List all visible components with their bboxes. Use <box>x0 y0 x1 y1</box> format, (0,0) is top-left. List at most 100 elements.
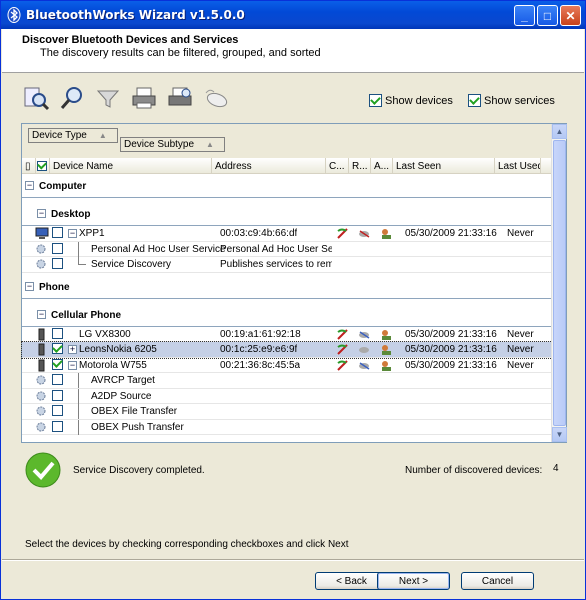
device-count-value: 4 <box>553 463 559 474</box>
row-checkbox[interactable] <box>52 327 63 339</box>
device-name: LeonsNokia 6205 <box>79 344 157 355</box>
last-seen: 05/30/2009 21:33:16 <box>405 344 497 355</box>
table-row[interactable]: LG VX8300 00:19:a1:61:92:18 05/30/2009 2… <box>22 327 552 342</box>
bluetooth-mouse-icon[interactable] <box>201 83 231 113</box>
collapse-icon[interactable]: − <box>25 181 34 190</box>
toolbar <box>21 83 231 113</box>
row-checkbox[interactable] <box>52 343 63 354</box>
gear-icon <box>35 243 48 256</box>
device-count-label: Number of discovered devices: <box>405 465 543 476</box>
next-button[interactable]: Next > <box>377 572 450 590</box>
connect-icon <box>336 328 349 341</box>
tree-line <box>78 404 86 419</box>
group-chip-label: Device Subtype <box>124 139 195 150</box>
column-header-r[interactable]: R... <box>349 158 371 174</box>
vertical-scrollbar[interactable]: ▲ ▼ <box>551 124 567 442</box>
gear-icon <box>35 421 48 434</box>
row-checkbox[interactable] <box>52 420 63 432</box>
authenticate-icon <box>380 227 393 240</box>
collapse-icon[interactable]: − <box>37 209 46 218</box>
group-row-desktop[interactable]: − Desktop <box>22 198 552 226</box>
page-subtitle: The discovery results can be filtered, g… <box>40 47 321 59</box>
gear-icon <box>35 390 48 403</box>
table-row[interactable]: Service Discovery Publishes services to … <box>22 257 552 273</box>
status-message: Service Discovery completed. <box>73 465 205 476</box>
print-preview-icon[interactable] <box>165 83 195 113</box>
group-row-cellular-phone[interactable]: − Cellular Phone <box>22 299 552 327</box>
show-services-label: Show services <box>484 94 555 107</box>
expand-icon[interactable]: + <box>68 345 77 354</box>
group-row-phone[interactable]: − Phone <box>22 273 552 299</box>
remote-icon <box>358 328 371 341</box>
tree-line <box>78 419 86 435</box>
show-services-checkbox[interactable] <box>468 94 481 107</box>
show-services-option[interactable]: Show services <box>468 94 555 107</box>
title-bar[interactable]: BluetoothWorks Wizard v1.5.0.0 _ □ ✕ <box>1 1 585 29</box>
service-name: A2DP Source <box>91 390 152 402</box>
row-checkbox[interactable] <box>52 227 63 238</box>
row-checkbox[interactable] <box>52 405 63 416</box>
connect-icon <box>336 359 349 372</box>
authenticate-icon <box>380 359 393 372</box>
remote-icon <box>358 227 371 240</box>
column-header-check[interactable] <box>36 158 50 174</box>
scroll-up-button[interactable]: ▲ <box>552 124 567 139</box>
column-header-last-seen[interactable]: Last Seen <box>393 158 495 174</box>
table-row[interactable]: Personal Ad Hoc User Service Personal Ad… <box>22 241 552 257</box>
table-row[interactable]: AVRCP Target <box>22 373 552 389</box>
table-row[interactable]: OBEX File Transfer <box>22 404 552 420</box>
table-row[interactable]: − XPP1 00:03:c9:4b:66:df 05/30/2009 21:3… <box>22 226 552 242</box>
table-row[interactable]: − Motorola W755 00:21:36:8c:45:5a 05/30/… <box>22 358 552 373</box>
authenticate-icon <box>380 328 393 341</box>
group-row-computer[interactable]: − Computer <box>22 174 552 198</box>
service-name: Service Discovery <box>91 259 172 270</box>
discover-icon[interactable] <box>21 83 51 113</box>
grid-body: − Computer − Desktop − XPP1 00:03:c9:4b:… <box>21 174 553 435</box>
table-row-selected[interactable]: + LeonsNokia 6205 00:1c:25:e9:e6:9f 05/3… <box>21 341 553 359</box>
column-header-type[interactable]: ▯ <box>22 158 36 174</box>
collapse-icon[interactable]: − <box>68 360 77 370</box>
search-icon[interactable] <box>57 83 87 113</box>
show-devices-checkbox[interactable] <box>369 94 382 107</box>
row-checkbox[interactable] <box>52 374 63 385</box>
devices-grid[interactable]: Device Type ▲ Device Subtype ▲ ▯ Device … <box>21 123 567 443</box>
device-address: 00:1c:25:e9:e6:9f <box>220 344 298 355</box>
row-checkbox[interactable] <box>52 358 63 370</box>
group-chip-device-subtype[interactable]: Device Subtype ▲ <box>120 137 225 152</box>
cancel-button[interactable]: Cancel <box>461 572 534 590</box>
close-icon: ✕ <box>565 8 576 23</box>
column-header-a[interactable]: A... <box>371 158 393 174</box>
collapse-icon[interactable]: − <box>37 309 46 319</box>
column-header-row: ▯ Device Name Address C... R... A... Las… <box>22 158 552 174</box>
collapse-icon[interactable]: − <box>25 281 34 291</box>
gear-icon <box>35 405 48 418</box>
device-name: LG VX8300 <box>79 328 131 340</box>
collapse-icon[interactable]: − <box>68 229 77 238</box>
last-used: Never <box>507 228 534 239</box>
row-checkbox[interactable] <box>52 242 63 254</box>
close-button[interactable]: ✕ <box>560 5 581 26</box>
last-used: Never <box>507 344 534 355</box>
group-chip-device-type[interactable]: Device Type ▲ <box>28 128 118 143</box>
last-used: Never <box>507 359 534 371</box>
table-row[interactable]: OBEX Push Transfer <box>22 419 552 435</box>
table-row[interactable]: A2DP Source <box>22 388 552 404</box>
column-header-device-name[interactable]: Device Name <box>50 158 212 174</box>
row-checkbox[interactable] <box>52 389 63 401</box>
row-checkbox[interactable] <box>52 258 63 269</box>
remote-icon <box>358 359 371 372</box>
filter-icon[interactable] <box>93 83 123 113</box>
sort-up-icon: ▲ <box>206 140 214 149</box>
last-used: Never <box>507 328 534 340</box>
minimize-button[interactable]: _ <box>514 5 535 26</box>
show-devices-option[interactable]: Show devices <box>369 94 453 107</box>
bluetooth-icon <box>6 7 22 23</box>
scroll-thumb[interactable] <box>553 140 566 426</box>
column-header-c[interactable]: C... <box>326 158 349 174</box>
maximize-button[interactable]: □ <box>537 5 558 26</box>
column-header-address[interactable]: Address <box>212 158 326 174</box>
column-header-last-used[interactable]: Last Used <box>495 158 541 174</box>
show-devices-label: Show devices <box>385 94 453 107</box>
scroll-down-button[interactable]: ▼ <box>552 427 567 442</box>
print-icon[interactable] <box>129 83 159 113</box>
